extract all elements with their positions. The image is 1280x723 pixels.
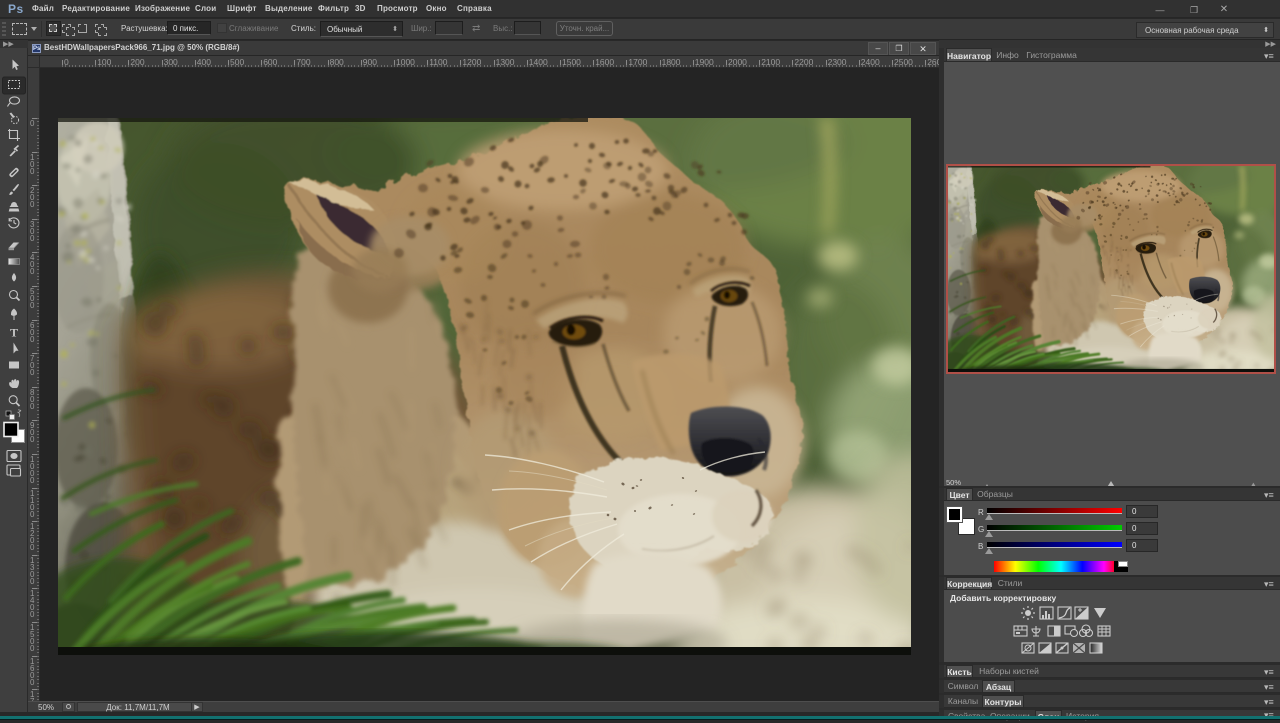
svg-text:T: T — [10, 326, 18, 340]
